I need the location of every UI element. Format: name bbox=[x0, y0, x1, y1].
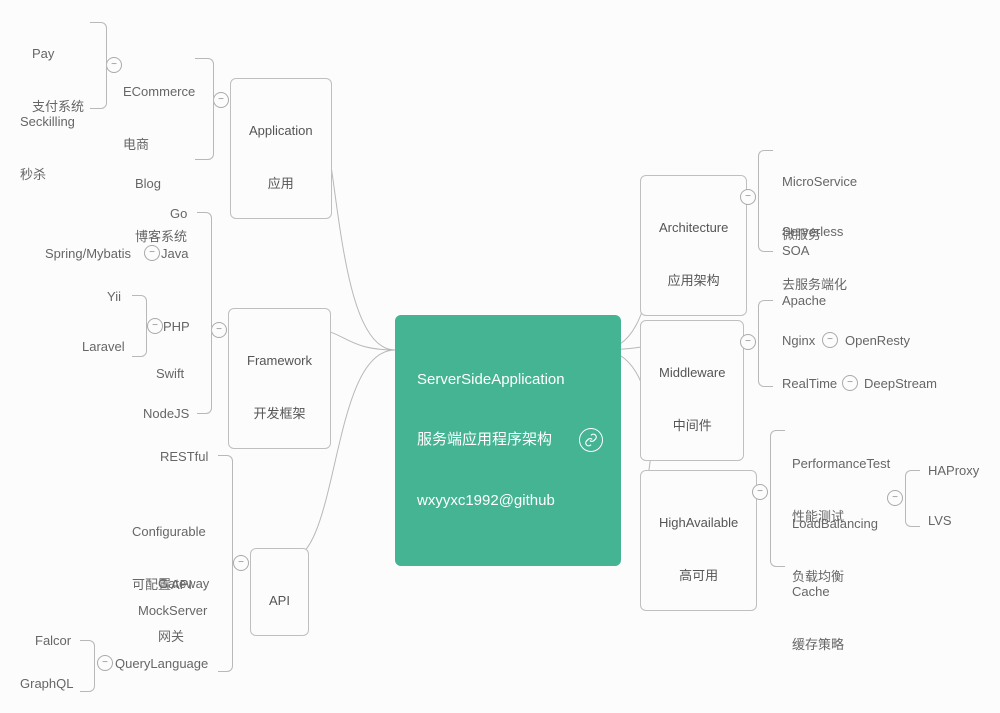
bracket-lb bbox=[905, 470, 920, 527]
node-mockserver[interactable]: MockServer bbox=[138, 602, 207, 620]
bracket-middleware bbox=[758, 300, 773, 387]
bracket-ecommerce bbox=[90, 22, 107, 109]
node-spring[interactable]: Spring/Mybatis bbox=[45, 245, 131, 263]
root-node[interactable]: ServerSideApplication 服务端应用程序架构 wxyyxc19… bbox=[395, 315, 621, 566]
bracket-ql bbox=[80, 640, 95, 692]
node-middleware[interactable]: Middleware 中间件 bbox=[640, 320, 744, 461]
node-haproxy[interactable]: HAProxy bbox=[928, 462, 979, 480]
bracket-framework bbox=[197, 212, 212, 414]
node-nodejs[interactable]: NodeJS bbox=[143, 405, 189, 423]
node-java[interactable]: Java bbox=[161, 245, 188, 263]
node-soa[interactable]: SOA bbox=[782, 242, 809, 260]
bracket-ha bbox=[770, 430, 785, 567]
toggle-application[interactable]: − bbox=[213, 92, 229, 108]
toggle-php[interactable]: − bbox=[147, 318, 163, 334]
node-architecture[interactable]: Architecture 应用架构 bbox=[640, 175, 747, 316]
node-highavailable[interactable]: HighAvailable 高可用 bbox=[640, 470, 757, 611]
toggle-middleware[interactable]: − bbox=[740, 334, 756, 350]
toggle-ql[interactable]: − bbox=[97, 655, 113, 671]
link-icon bbox=[579, 428, 603, 452]
node-swift[interactable]: Swift bbox=[156, 365, 184, 383]
node-realtime[interactable]: RealTime bbox=[782, 375, 837, 393]
toggle-framework[interactable]: − bbox=[211, 322, 227, 338]
node-deepstream[interactable]: DeepStream bbox=[864, 375, 937, 393]
toggle-lb[interactable]: − bbox=[887, 490, 903, 506]
node-cache[interactable]: Cache 缓存策略 bbox=[792, 548, 844, 671]
toggle-java[interactable]: − bbox=[144, 245, 160, 261]
node-php[interactable]: PHP bbox=[163, 318, 190, 336]
bracket-architecture bbox=[758, 150, 773, 252]
node-apache[interactable]: Apache bbox=[782, 292, 826, 310]
bracket-api bbox=[218, 455, 233, 672]
node-laravel[interactable]: Laravel bbox=[82, 338, 125, 356]
bracket-application bbox=[195, 58, 214, 160]
toggle-ecommerce[interactable]: − bbox=[106, 57, 122, 73]
toggle-architecture[interactable]: − bbox=[740, 189, 756, 205]
node-falcor[interactable]: Falcor bbox=[35, 632, 71, 650]
node-nginx[interactable]: Nginx bbox=[782, 332, 815, 350]
node-go[interactable]: Go bbox=[170, 205, 187, 223]
node-yii[interactable]: Yii bbox=[107, 288, 121, 306]
node-application[interactable]: Application 应用 bbox=[230, 78, 332, 219]
node-openresty[interactable]: OpenResty bbox=[845, 332, 910, 350]
node-framework[interactable]: Framework 开发框架 bbox=[228, 308, 331, 449]
node-seckilling[interactable]: Seckilling 秒杀 bbox=[20, 78, 75, 201]
node-graphql[interactable]: GraphQL bbox=[20, 675, 73, 693]
node-lvs[interactable]: LVS bbox=[928, 512, 952, 530]
node-api[interactable]: API bbox=[250, 548, 309, 636]
bracket-php bbox=[132, 295, 147, 357]
toggle-api[interactable]: − bbox=[233, 555, 249, 571]
node-restful[interactable]: RESTful bbox=[160, 448, 208, 466]
root-text: ServerSideApplication 服务端应用程序架构 wxyyxc19… bbox=[417, 329, 565, 552]
toggle-nginx[interactable]: − bbox=[822, 332, 838, 348]
toggle-ha[interactable]: − bbox=[752, 484, 768, 500]
node-querylanguage[interactable]: QueryLanguage bbox=[115, 655, 208, 673]
toggle-realtime[interactable]: − bbox=[842, 375, 858, 391]
